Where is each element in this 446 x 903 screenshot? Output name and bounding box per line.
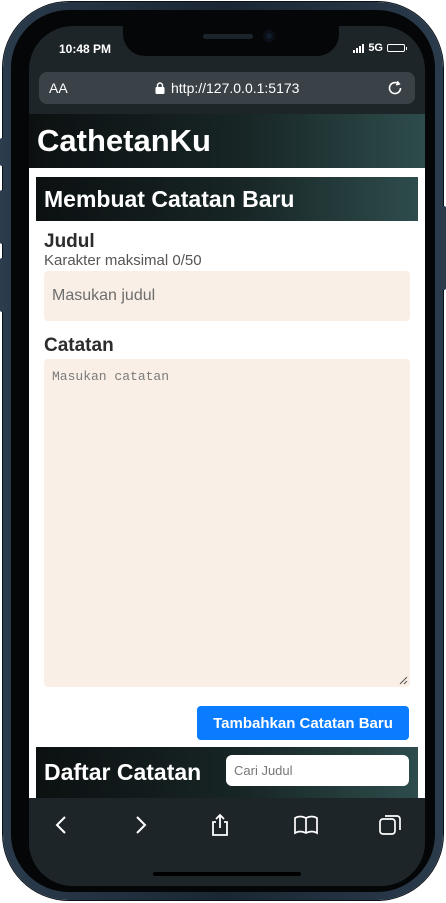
reload-icon[interactable] (385, 78, 405, 98)
app-title: CathetanKu (37, 123, 211, 158)
note-list-header: Daftar Catatan (36, 747, 418, 798)
note-label: Catatan (44, 335, 114, 356)
title-input[interactable] (44, 271, 410, 321)
create-note-header: Membuat Catatan Baru (36, 177, 418, 221)
status-indicators: 5G (353, 42, 407, 54)
phone-frame: 10:48 PM 5G AA http://127.0.0.1:5173 Cat… (0, 2, 446, 900)
create-note-heading: Membuat Catatan Baru (44, 186, 295, 212)
speaker-grille (203, 34, 253, 39)
url-text: http://127.0.0.1:5173 (171, 80, 300, 96)
browser-toolbar (29, 798, 425, 886)
resize-grip-icon[interactable] (398, 675, 408, 685)
add-note-button[interactable]: Tambahkan Catatan Baru (197, 706, 409, 740)
status-time: 10:48 PM (59, 42, 112, 56)
battery-icon (387, 44, 407, 52)
lock-icon (155, 82, 165, 94)
note-textarea[interactable] (44, 359, 410, 687)
share-icon[interactable] (207, 812, 233, 838)
title-label: Judul (44, 231, 95, 252)
back-icon[interactable] (49, 812, 75, 838)
text-size-button[interactable]: AA (49, 80, 68, 96)
search-input[interactable] (226, 755, 409, 786)
char-limit-text: Karakter maksimal 0/50 (44, 252, 202, 269)
web-page: CathetanKu Membuat Catatan Baru Judul Ka… (29, 114, 425, 798)
home-indicator (153, 872, 301, 876)
address-bar[interactable]: AA http://127.0.0.1:5173 (39, 72, 415, 104)
tabs-icon[interactable] (377, 812, 403, 838)
front-camera (263, 30, 275, 42)
note-list-heading: Daftar Catatan (44, 759, 202, 785)
forward-icon[interactable] (127, 812, 153, 838)
power-button (442, 206, 446, 290)
main-content: Membuat Catatan Baru Judul Karakter maks… (36, 177, 418, 798)
url-display[interactable]: http://127.0.0.1:5173 (155, 80, 299, 96)
notch (123, 26, 339, 56)
volume-down-button (0, 258, 4, 312)
bookmarks-icon[interactable] (293, 812, 319, 838)
action-button (0, 138, 4, 166)
signal-icon (353, 43, 365, 53)
app-header: CathetanKu (29, 114, 425, 168)
volume-up-button (0, 190, 4, 244)
screen: 10:48 PM 5G AA http://127.0.0.1:5173 Cat… (29, 26, 425, 886)
network-type: 5G (368, 42, 383, 54)
